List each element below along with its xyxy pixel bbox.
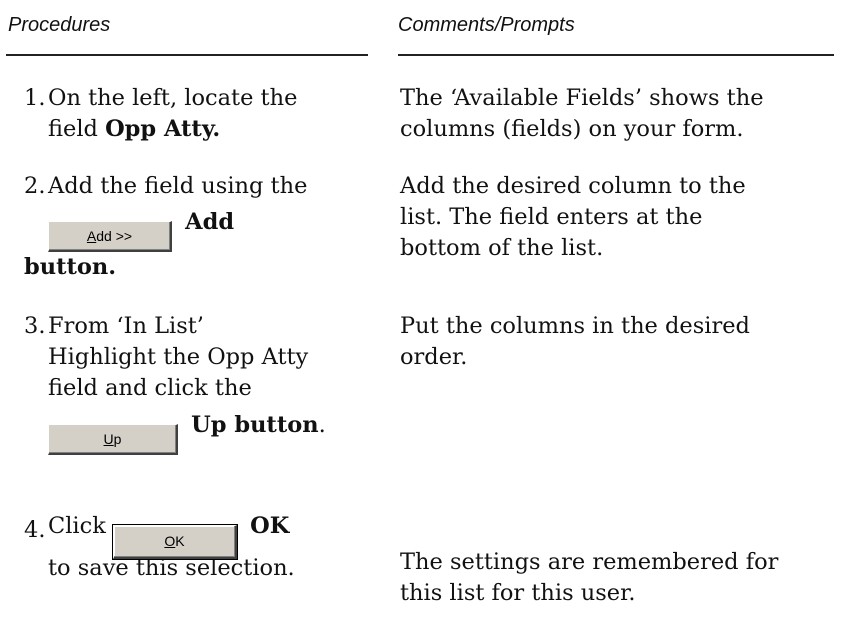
step-text: Up Up button. — [24, 404, 384, 455]
step-text: From ‘In List’ — [48, 313, 204, 339]
button-accelerator: U — [103, 431, 114, 447]
step-number: 4. — [24, 517, 46, 543]
step-text: field — [48, 116, 106, 142]
comment-text: order. — [400, 344, 468, 370]
button-label: K — [175, 533, 185, 549]
comment-text: The settings are remembered for — [400, 549, 779, 575]
step-text: On the left, locate the — [48, 85, 298, 111]
step-3: 3. From ‘In List’ Highlight the Opp Atty… — [24, 311, 384, 455]
comment-text: bottom of the list. — [400, 235, 604, 261]
step-text: . — [318, 412, 326, 438]
comment-text: Put the columns in the desired — [400, 313, 750, 339]
button-label: dd >> — [96, 228, 133, 244]
comment-text: Add the desired column to the — [400, 173, 746, 199]
add-button[interactable]: Add >> — [48, 221, 172, 252]
button-name: button. — [24, 254, 117, 280]
step-1: 1. On the left, locate the field Opp Att… — [24, 83, 384, 145]
step-number: 1. — [24, 85, 46, 111]
step-text: Click — [48, 513, 113, 539]
up-button[interactable]: Up — [48, 424, 178, 455]
comment-text: columns (fields) on your form. — [400, 116, 744, 142]
field-name: Opp Atty. — [105, 116, 221, 142]
comments-header: Comments/Prompts — [398, 14, 575, 36]
comment-text: list. The field enters at the — [400, 204, 703, 230]
step-text: Highlight the Opp Atty — [48, 344, 309, 370]
comments-rule — [398, 54, 834, 56]
comment-4: The settings are remembered for this lis… — [400, 547, 840, 609]
step-4: 4. Click OK OK to save this selection. — [24, 504, 384, 584]
comment-3: Put the columns in the desired order. — [400, 311, 840, 373]
procedures-rule — [6, 54, 368, 56]
ok-button[interactable]: OK — [112, 524, 238, 560]
button-name: OK — [250, 513, 290, 539]
button-accelerator: A — [86, 228, 97, 244]
comment-2: Add the desired column to the list. The … — [400, 171, 840, 264]
step-text: Add the field using the — [48, 173, 308, 199]
step-number: 2. — [24, 173, 46, 199]
button-name: Add — [185, 209, 235, 235]
button-accelerator: O — [164, 533, 176, 549]
comment-text: this list for this user. — [400, 580, 636, 606]
step-text: Add >> Add — [24, 202, 384, 252]
step-text: Click OK OK — [24, 504, 384, 560]
comment-text: The ‘Available Fields’ shows the — [400, 85, 764, 111]
button-name: Up button — [191, 412, 319, 438]
step-text: button. — [24, 252, 384, 283]
step-text: field and click the — [48, 375, 252, 401]
comment-1: The ‘Available Fields’ shows the columns… — [400, 83, 840, 145]
button-label: p — [113, 431, 122, 447]
step-2: 2. Add the field using the Add >> Add bu… — [24, 171, 384, 283]
step-text: field Opp Atty. — [24, 114, 384, 145]
step-number: 3. — [24, 313, 46, 339]
procedures-header: Procedures — [8, 14, 111, 36]
